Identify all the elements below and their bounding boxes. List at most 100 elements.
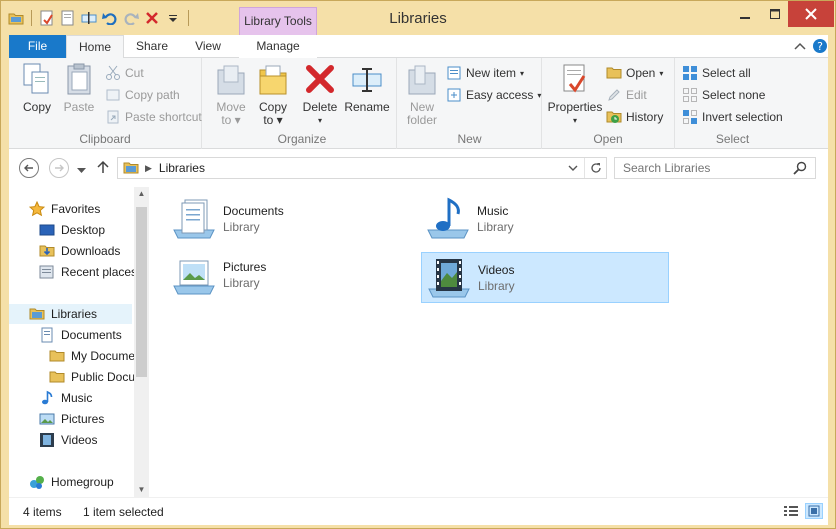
- nav-libraries[interactable]: Libraries: [9, 304, 132, 324]
- downloads-icon: [39, 245, 55, 257]
- nav-scrollbar[interactable]: ▲ ▼: [134, 187, 149, 497]
- videos-library-icon: [428, 258, 470, 297]
- properties-icon[interactable]: [38, 9, 56, 27]
- select-group: Select all Select none Invert selection …: [676, 58, 789, 149]
- nav-documents[interactable]: Documents: [39, 325, 122, 345]
- forward-arrow-icon: [55, 164, 64, 172]
- recent-locations-chevron-icon[interactable]: [77, 163, 86, 177]
- toolbar-separator: [188, 10, 189, 26]
- clipboard-group: Copy Paste Cut Copy path Paste shortcut …: [9, 58, 202, 149]
- paste-shortcut-label: Paste shortcut: [125, 110, 202, 124]
- nav-recent-places[interactable]: Recent places: [39, 262, 137, 282]
- delete-icon[interactable]: [143, 9, 161, 27]
- nav-desktop[interactable]: Desktop: [39, 220, 105, 240]
- ribbon-tabs: File Home Share View Manage ?: [9, 35, 828, 59]
- delete-button[interactable]: Delete ▾: [300, 62, 340, 127]
- redo-icon[interactable]: [122, 9, 140, 27]
- undo-icon[interactable]: [101, 9, 119, 27]
- copy-icon: [23, 63, 49, 94]
- nav-documents-label: Documents: [61, 328, 122, 342]
- minimize-button[interactable]: [728, 1, 762, 27]
- search-icon[interactable]: [793, 161, 807, 178]
- nav-homegroup[interactable]: Homegroup: [29, 472, 114, 492]
- select-all-label: Select all: [702, 66, 751, 80]
- toolbar-separator: [31, 10, 32, 26]
- folder-icon[interactable]: [7, 9, 25, 27]
- paste-shortcut-button[interactable]: Paste shortcut: [105, 109, 202, 125]
- edit-button[interactable]: Edit: [606, 87, 647, 103]
- nav-public-documents[interactable]: Public Documents: [49, 367, 134, 387]
- breadcrumb-chevron-icon[interactable]: ▶: [145, 163, 152, 174]
- search-input[interactable]: [615, 161, 785, 175]
- new-item-label: New item: [466, 66, 517, 80]
- paste-button[interactable]: Paste: [59, 62, 99, 114]
- properties-button[interactable]: Properties ▾: [546, 62, 604, 127]
- details-view-button[interactable]: [782, 503, 800, 519]
- breadcrumb-libraries[interactable]: Libraries: [159, 161, 205, 175]
- customize-toolbar-chevron-icon[interactable]: [164, 9, 182, 27]
- scroll-thumb[interactable]: [136, 207, 147, 377]
- open-folder-icon: [606, 67, 622, 79]
- properties-label: Properties: [547, 100, 603, 114]
- libraries-icon: [29, 308, 45, 320]
- scroll-down-arrow-icon[interactable]: ▼: [134, 483, 149, 497]
- properties-icon: [563, 64, 586, 93]
- easy-access-icon: [447, 88, 461, 102]
- new-item-button[interactable]: New item ▾: [446, 65, 524, 81]
- nav-favorites[interactable]: Favorites: [29, 199, 100, 219]
- rename-icon[interactable]: [80, 9, 98, 27]
- move-to-button[interactable]: Move to ▾: [212, 62, 250, 127]
- nav-my-documents[interactable]: My Documents: [49, 346, 134, 366]
- cut-button[interactable]: Cut: [105, 65, 144, 81]
- scroll-up-arrow-icon[interactable]: ▲: [134, 187, 149, 201]
- select-all-button[interactable]: Select all: [682, 65, 751, 81]
- nav-downloads[interactable]: Downloads: [39, 241, 120, 261]
- library-item-pictures[interactable]: Pictures Library: [167, 249, 415, 300]
- copy-to-folder-icon: [259, 65, 287, 95]
- tab-view[interactable]: View: [180, 35, 236, 58]
- library-item-documents[interactable]: Documents Library: [167, 193, 415, 244]
- nav-pictures[interactable]: Pictures: [39, 409, 104, 429]
- star-icon: [29, 201, 45, 217]
- address-row: ▶ Libraries: [9, 149, 828, 187]
- forward-button[interactable]: [49, 158, 69, 178]
- svg-text:?: ?: [817, 40, 823, 53]
- tab-home[interactable]: Home: [66, 35, 124, 59]
- large-icons-view-button[interactable]: [805, 503, 823, 519]
- up-arrow-icon[interactable]: [97, 160, 109, 177]
- tab-manage[interactable]: Manage: [239, 35, 317, 58]
- select-none-button[interactable]: Select none: [682, 87, 765, 103]
- copy-to-label-2: to: [263, 113, 274, 127]
- help-icon[interactable]: ?: [812, 38, 828, 57]
- minimize-ribbon-chevron-icon[interactable]: [794, 41, 806, 55]
- refresh-button[interactable]: [584, 158, 606, 178]
- nav-my-documents-label: My Documents: [71, 349, 134, 363]
- tab-share[interactable]: Share: [124, 35, 180, 58]
- maximize-button[interactable]: [762, 1, 788, 27]
- tab-file[interactable]: File: [9, 35, 66, 58]
- address-history-chevron-icon[interactable]: [568, 162, 578, 177]
- invert-selection-button[interactable]: Invert selection: [682, 109, 783, 125]
- nav-videos[interactable]: Videos: [39, 430, 97, 450]
- address-bar[interactable]: ▶ Libraries: [117, 157, 607, 179]
- library-item-videos[interactable]: Videos Library: [421, 252, 669, 303]
- copy-to-button[interactable]: Copy to ▾: [254, 62, 292, 127]
- library-item-music[interactable]: Music Library: [421, 193, 669, 244]
- nav-music[interactable]: Music: [39, 388, 92, 408]
- new-folder-button[interactable]: New folder: [402, 62, 442, 127]
- open-group-label: Open: [593, 132, 623, 146]
- open-button[interactable]: Open ▾: [606, 65, 663, 81]
- history-button[interactable]: History: [606, 109, 663, 125]
- rename-button[interactable]: Rename: [344, 62, 390, 114]
- ribbon-home: Copy Paste Cut Copy path Paste shortcut …: [9, 58, 828, 149]
- copy-button[interactable]: Copy: [17, 62, 57, 114]
- close-button[interactable]: [788, 1, 834, 27]
- music-note-icon: [42, 390, 53, 405]
- library-name: Pictures: [223, 259, 267, 274]
- documents-library-icon: [173, 199, 215, 238]
- back-button[interactable]: [19, 158, 39, 178]
- new-folder-label-2: folder: [406, 113, 438, 127]
- new-folder-icon[interactable]: [59, 9, 77, 27]
- easy-access-button[interactable]: Easy access ▾: [446, 87, 541, 103]
- copy-path-button[interactable]: Copy path: [105, 87, 180, 103]
